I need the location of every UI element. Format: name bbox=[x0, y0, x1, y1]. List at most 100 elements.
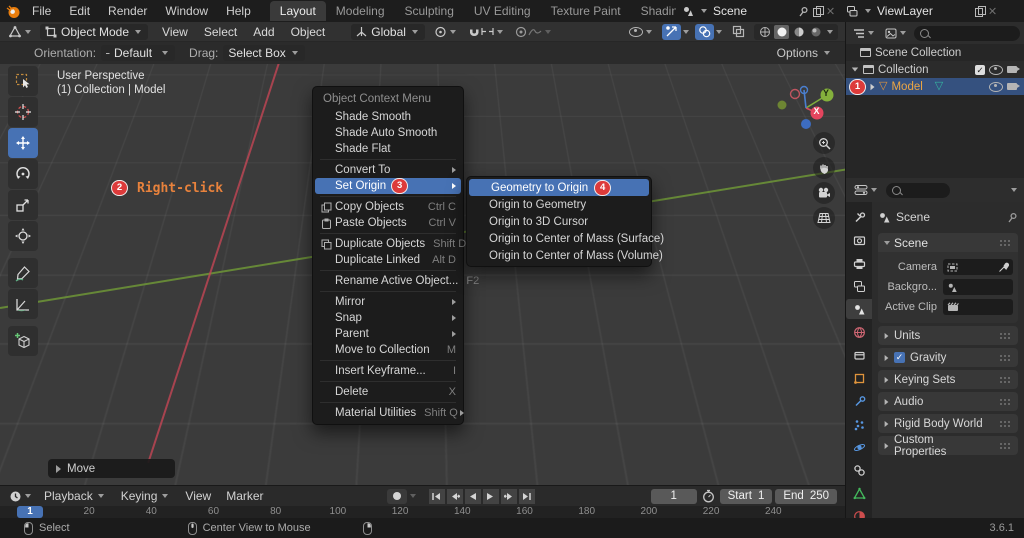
panel-audio[interactable]: Audio bbox=[878, 392, 1018, 411]
menu-item-duplicate-linked[interactable]: Duplicate LinkedAlt D bbox=[313, 252, 463, 268]
active-clip-field[interactable] bbox=[943, 299, 1013, 315]
menu-item-parent[interactable]: Parent bbox=[313, 326, 463, 342]
xray-toggle-icon[interactable] bbox=[729, 24, 748, 40]
tab-sculpting[interactable]: Sculpting bbox=[395, 1, 464, 21]
prev-keyframe-button[interactable] bbox=[447, 489, 463, 504]
tab-shading[interactable]: Shading bbox=[631, 1, 676, 21]
outliner-display-mode-icon[interactable] bbox=[882, 25, 911, 41]
menu-item-rename-active-object[interactable]: Rename Active Object...F2 bbox=[313, 273, 463, 289]
properties-search-input[interactable] bbox=[886, 183, 950, 198]
snap-magnet-icon[interactable] bbox=[465, 24, 508, 40]
panel-grip[interactable] bbox=[999, 398, 1012, 405]
camera-field[interactable] bbox=[943, 259, 1013, 275]
camera-view-icon[interactable] bbox=[813, 182, 835, 204]
menu-item-mirror[interactable]: Mirror bbox=[313, 294, 463, 310]
menu-item-snap[interactable]: Snap bbox=[313, 310, 463, 326]
zoom-icon[interactable] bbox=[813, 132, 835, 154]
menu-item-set-origin[interactable]: Set Origin3 bbox=[315, 178, 461, 194]
tab-constraints-icon[interactable] bbox=[846, 460, 872, 480]
menu-edit[interactable]: Edit bbox=[60, 0, 99, 22]
outliner-row-scene-collection[interactable]: Scene Collection bbox=[846, 44, 1024, 61]
disclosure-closed-icon[interactable] bbox=[871, 83, 875, 89]
tool-cursor[interactable] bbox=[8, 97, 38, 127]
menu-item-paste-objects[interactable]: Paste ObjectsCtrl V bbox=[313, 215, 463, 231]
stopwatch-icon[interactable] bbox=[702, 489, 715, 503]
mode-dropdown[interactable]: Object Mode bbox=[40, 24, 148, 40]
menu-window[interactable]: Window bbox=[156, 0, 217, 22]
editor-type-icon[interactable] bbox=[5, 24, 36, 40]
visibility-dropdown-icon[interactable] bbox=[626, 24, 657, 40]
menu-add[interactable]: Add bbox=[245, 25, 282, 39]
menu-item-delete[interactable]: DeleteX bbox=[313, 384, 463, 400]
menu-item-shade-auto-smooth[interactable]: Shade Auto Smooth bbox=[313, 125, 463, 141]
menu-view[interactable]: View bbox=[178, 489, 218, 503]
tool-transform[interactable] bbox=[8, 221, 38, 251]
tab-modifiers-icon[interactable] bbox=[846, 391, 872, 411]
menu-item-shade-smooth[interactable]: Shade Smooth bbox=[313, 109, 463, 125]
panel-grip[interactable] bbox=[999, 442, 1012, 449]
tab-object-icon[interactable] bbox=[846, 368, 872, 388]
menu-playback[interactable]: Playback bbox=[37, 489, 113, 503]
outliner-row-model[interactable]: 1 ▽ Model ▽ bbox=[846, 78, 1024, 95]
outliner-row-collection[interactable]: Collection ✓ bbox=[846, 61, 1024, 78]
properties-editor-type-icon[interactable] bbox=[851, 182, 882, 198]
options-dropdown[interactable]: Options bbox=[772, 45, 837, 61]
menu-object[interactable]: Object bbox=[283, 25, 334, 39]
tab-texture-paint[interactable]: Texture Paint bbox=[541, 1, 631, 21]
menu-item-convert-to[interactable]: Convert To bbox=[313, 162, 463, 178]
tab-particles-icon[interactable] bbox=[846, 414, 872, 434]
tool-measure[interactable] bbox=[8, 289, 38, 319]
tool-rotate[interactable] bbox=[8, 159, 38, 189]
gizmo-x-label[interactable]: X bbox=[814, 106, 820, 116]
disclosure-open-icon[interactable] bbox=[852, 68, 858, 72]
end-frame-field[interactable]: End250 bbox=[775, 489, 837, 504]
panel-grip[interactable] bbox=[999, 376, 1012, 383]
shading-solid-icon[interactable] bbox=[774, 25, 789, 39]
scene-panel-header[interactable]: Scene bbox=[878, 233, 1018, 252]
background-scene-field[interactable] bbox=[943, 279, 1013, 295]
tool-add-cube[interactable] bbox=[8, 326, 38, 356]
operator-panel-move[interactable]: Move bbox=[48, 459, 175, 478]
menu-select[interactable]: Select bbox=[196, 25, 245, 39]
viewport-3d[interactable]: User Perspective (1) Collection | Model bbox=[0, 64, 845, 485]
tab-modeling[interactable]: Modeling bbox=[326, 1, 395, 21]
tab-world-icon[interactable] bbox=[846, 322, 872, 342]
outliner-search-input[interactable] bbox=[914, 26, 1020, 41]
panel-keying-sets[interactable]: Keying Sets bbox=[878, 370, 1018, 389]
menu-item-shade-flat[interactable]: Shade Flat bbox=[313, 141, 463, 157]
tab-view-layer-icon[interactable] bbox=[846, 276, 872, 296]
tab-object-data-icon[interactable] bbox=[846, 483, 872, 503]
tab-scene-icon[interactable] bbox=[846, 299, 872, 319]
shading-wireframe-icon[interactable] bbox=[757, 25, 772, 39]
properties-options-chevron[interactable] bbox=[1011, 188, 1017, 192]
breadcrumb-scene[interactable]: Scene bbox=[896, 210, 930, 224]
hide-eye-icon[interactable] bbox=[989, 65, 1003, 75]
play-button[interactable] bbox=[483, 489, 499, 504]
menu-item-copy-objects[interactable]: Copy ObjectsCtrl C bbox=[313, 199, 463, 215]
pivot-point-icon[interactable] bbox=[431, 24, 461, 40]
tab-render-icon[interactable] bbox=[846, 230, 872, 250]
tool-move[interactable] bbox=[8, 128, 38, 158]
keying-options-chevron[interactable] bbox=[410, 494, 416, 498]
new-viewlayer-icon[interactable] bbox=[975, 6, 984, 16]
tab-uv-editing[interactable]: UV Editing bbox=[464, 1, 541, 21]
gravity-checkbox[interactable]: ✓ bbox=[894, 352, 905, 363]
submenu-item-origin-to-com-volume[interactable]: Origin to Center of Mass (Volume) bbox=[467, 247, 651, 264]
panel-grip[interactable] bbox=[999, 332, 1012, 339]
outliner-filter-icon[interactable] bbox=[850, 25, 879, 41]
tool-select-box[interactable] bbox=[8, 66, 38, 96]
tab-output-icon[interactable] bbox=[846, 253, 872, 273]
drag-dropdown[interactable]: Select Box bbox=[223, 45, 304, 61]
panel-grip[interactable] bbox=[999, 239, 1012, 246]
collection-checkbox[interactable]: ✓ bbox=[975, 65, 985, 75]
submenu-item-origin-to-com-surface[interactable]: Origin to Center of Mass (Surface) bbox=[467, 230, 651, 247]
panel-units[interactable]: Units bbox=[878, 326, 1018, 345]
blender-logo-icon[interactable] bbox=[6, 4, 21, 19]
submenu-item-geometry-to-origin[interactable]: Geometry to Origin4 bbox=[469, 179, 649, 196]
show-overlays-icon[interactable] bbox=[695, 24, 714, 40]
next-keyframe-button[interactable] bbox=[501, 489, 517, 504]
pin-icon[interactable] bbox=[1007, 212, 1018, 223]
panel-grip[interactable] bbox=[999, 354, 1012, 361]
disable-render-icon[interactable] bbox=[1007, 66, 1017, 73]
auto-keying-record-icon[interactable] bbox=[387, 489, 407, 504]
